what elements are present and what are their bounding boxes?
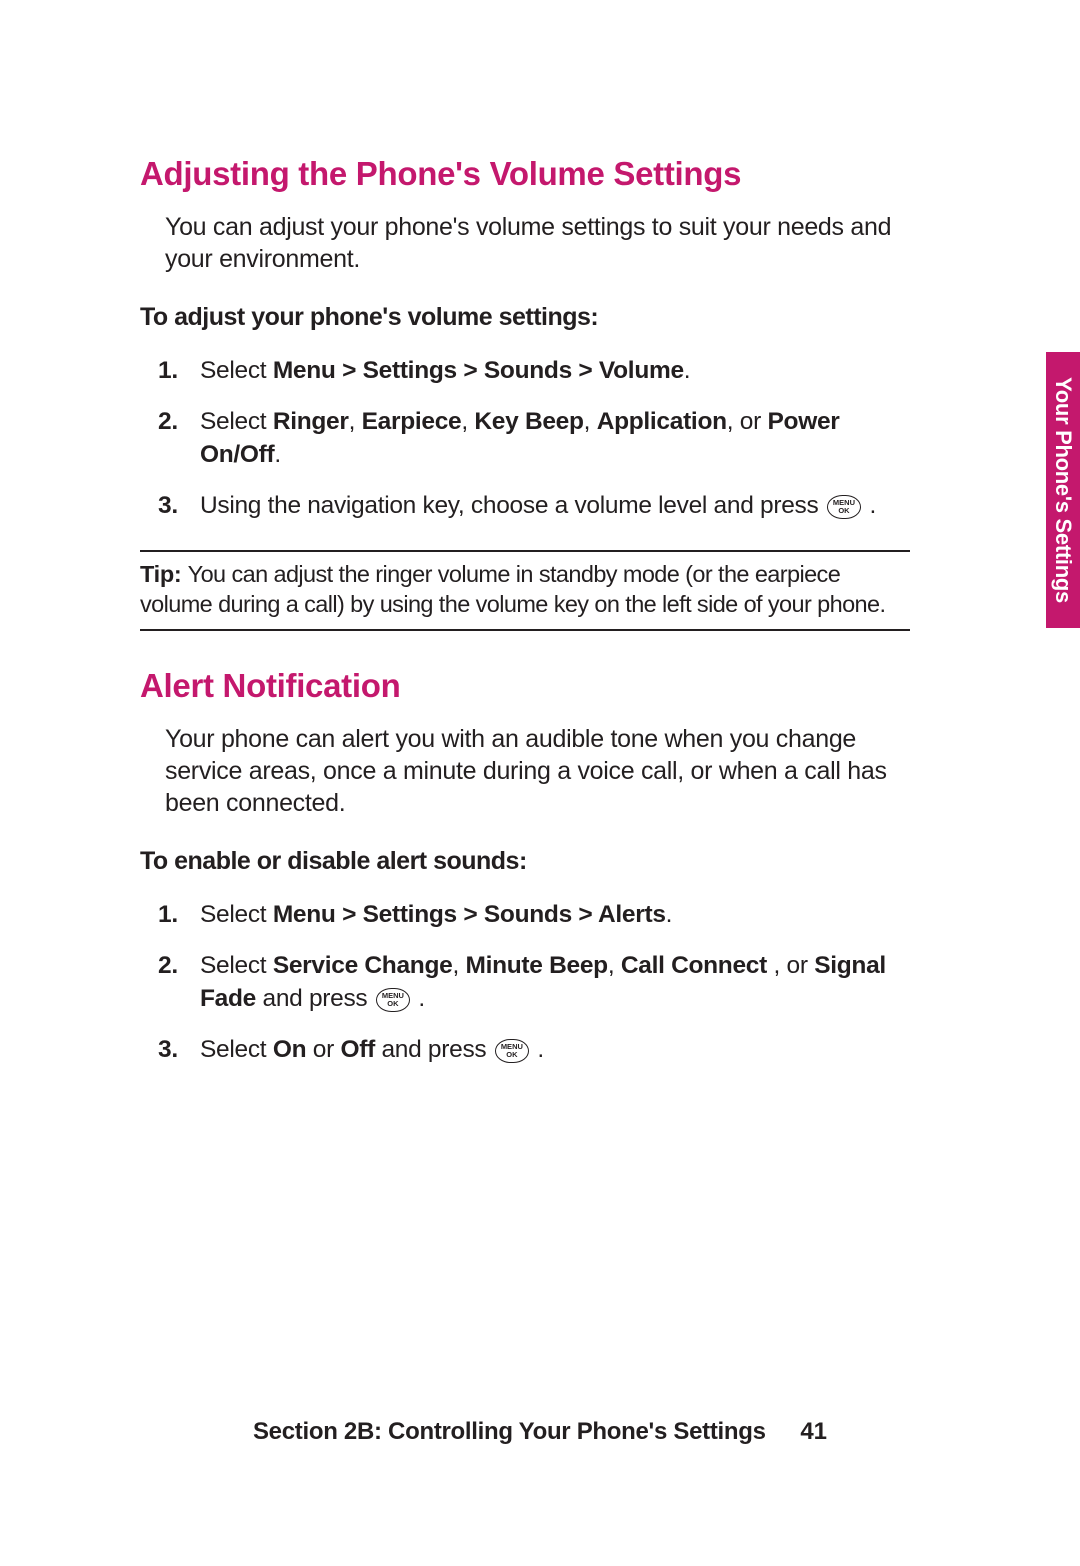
page-footer: Section 2B: Controlling Your Phone's Set… (0, 1418, 1080, 1446)
footer-title: Section 2B: Controlling Your Phone's Set… (253, 1418, 766, 1445)
menu-ok-key-icon: MENUOK (495, 1039, 529, 1063)
page-number: 41 (800, 1418, 827, 1445)
intro-volume: You can adjust your phone's volume setti… (165, 211, 910, 275)
tip-text: You can adjust the ringer volume in stan… (140, 561, 885, 616)
step-1: 1. Select Menu > Settings > Sounds > Ale… (200, 898, 910, 931)
side-tab: Your Phone's Settings (1046, 352, 1080, 628)
steps-alert: 1. Select Menu > Settings > Sounds > Ale… (140, 898, 910, 1066)
subhead-volume: To adjust your phone's volume settings: (140, 303, 910, 332)
subhead-alert: To enable or disable alert sounds: (140, 847, 910, 876)
page-content: Adjusting the Phone's Volume Settings Yo… (140, 155, 910, 1094)
step-3: 3. Select On or Off and press MENUOK . (200, 1033, 910, 1066)
heading-volume-settings: Adjusting the Phone's Volume Settings (140, 155, 910, 193)
tip-label: Tip: (140, 561, 188, 587)
step-3: 3. Using the navigation key, choose a vo… (200, 489, 910, 522)
side-tab-label: Your Phone's Settings (1050, 377, 1076, 603)
step-1: 1. Select Menu > Settings > Sounds > Vol… (200, 354, 910, 387)
tip-box: Tip: You can adjust the ringer volume in… (140, 550, 910, 631)
menu-ok-key-icon: MENUOK (376, 988, 410, 1012)
step-2: 2. Select Service Change, Minute Beep, C… (200, 949, 910, 1015)
menu-ok-key-icon: MENUOK (827, 495, 861, 519)
step-2: 2. Select Ringer, Earpiece, Key Beep, Ap… (200, 405, 910, 471)
steps-volume: 1. Select Menu > Settings > Sounds > Vol… (140, 354, 910, 522)
intro-alert: Your phone can alert you with an audible… (165, 723, 910, 819)
heading-alert-notification: Alert Notification (140, 667, 910, 705)
